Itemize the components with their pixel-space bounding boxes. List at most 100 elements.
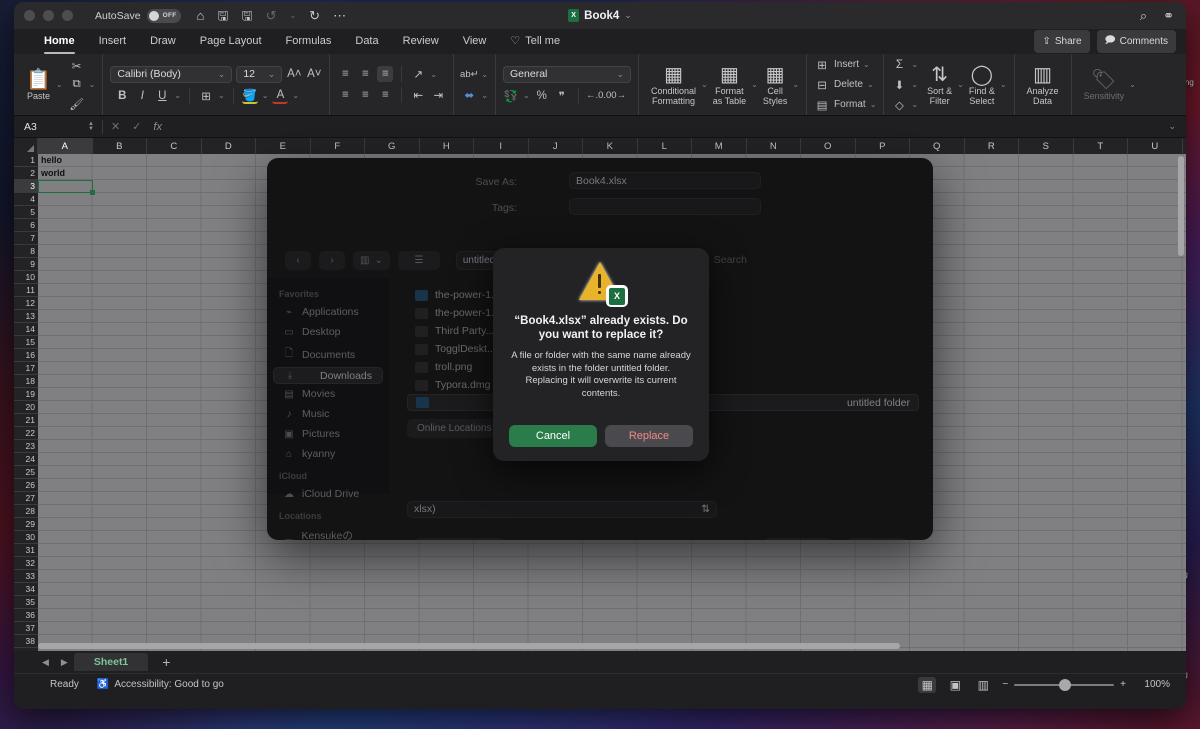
sidebar-item-downloads[interactable]: ⤓ Downloads — [273, 367, 383, 384]
column-header-I[interactable]: I — [474, 138, 529, 154]
row-header-17[interactable]: 17 — [14, 362, 38, 375]
borders-icon[interactable]: ⊞ — [198, 88, 214, 104]
row-header-10[interactable]: 10 — [14, 271, 38, 284]
align-right-icon[interactable]: ≡ — [377, 87, 393, 103]
comma-format-button[interactable]: ❞ — [554, 88, 570, 104]
increase-indent-icon[interactable]: ⇥ — [430, 87, 446, 103]
zoom-track[interactable] — [1014, 678, 1115, 691]
ribbon-tab-bar[interactable]: Home Insert Draw Page Layout Formulas Da… — [14, 29, 1186, 54]
row-header-4[interactable]: 4 — [14, 193, 38, 206]
column-header-A[interactable]: A — [38, 138, 93, 154]
window-controls[interactable] — [24, 10, 73, 21]
align-center-icon[interactable]: ≡ — [357, 87, 373, 103]
fat-chevron-down-icon[interactable]: ⌄ — [751, 80, 758, 89]
clear-icon[interactable]: ◇ — [891, 97, 907, 113]
row-header-25[interactable]: 25 — [14, 466, 38, 479]
save-dialog-sidebar[interactable]: Favorites ⌁ Applications ▭ Desktop 🗋 Doc… — [267, 278, 389, 540]
tab-draw[interactable]: Draw — [138, 29, 188, 54]
row-header-2[interactable]: 2 — [14, 167, 38, 180]
forward-button[interactable]: › — [319, 250, 345, 270]
row-header-9[interactable]: 9 — [14, 258, 38, 271]
sidebar-item-computer[interactable]: ▭ KensukeのMa... — [273, 524, 383, 540]
expand-formula-bar-icon[interactable]: ⌄ — [1168, 121, 1176, 132]
align-bottom-icon[interactable]: ≡ — [377, 66, 394, 82]
row-header-33[interactable]: 33 — [14, 570, 38, 583]
cut-icon[interactable]: ✂ — [69, 58, 85, 74]
row-header-15[interactable]: 15 — [14, 336, 38, 349]
font-size-select[interactable]: 12 ⌄ — [236, 65, 283, 83]
cell-A1[interactable]: hello — [38, 154, 93, 167]
tags-input[interactable] — [569, 198, 761, 215]
sidebar-item-music[interactable]: ♪ Music — [273, 404, 383, 424]
save-as-input[interactable]: Book4.xlsx — [569, 172, 761, 189]
font-color-icon[interactable]: A — [272, 88, 289, 104]
column-header-Q[interactable]: Q — [910, 138, 965, 154]
back-button[interactable]: ‹ — [285, 250, 311, 270]
row-header-16[interactable]: 16 — [14, 349, 38, 362]
orientation-icon[interactable]: ↗ — [410, 66, 426, 82]
row-header-35[interactable]: 35 — [14, 596, 38, 609]
sensitivity-chevron-down-icon[interactable]: ⌄ — [1129, 80, 1136, 89]
clear-chevron-down-icon[interactable]: ⌄ — [911, 100, 918, 109]
column-header-K[interactable]: K — [583, 138, 638, 154]
autosave-toggle[interactable]: AutoSave OFF — [95, 8, 181, 23]
row-header-28[interactable]: 28 — [14, 505, 38, 518]
tab-home[interactable]: Home — [32, 29, 87, 54]
tab-tell-me[interactable]: ♡ Tell me — [498, 29, 572, 54]
borders-chevron-down-icon[interactable]: ⌄ — [218, 91, 225, 100]
orientation-chevron-down-icon[interactable]: ⌄ — [430, 70, 437, 79]
wrap-text-chevron-down-icon[interactable]: ⌄ — [481, 70, 488, 79]
home-icon[interactable]: ⌂ — [197, 9, 205, 22]
name-box-stepper[interactable]: ▲ ▼ — [88, 121, 94, 132]
cell-A2[interactable]: world — [38, 167, 93, 180]
tab-formulas[interactable]: Formulas — [274, 29, 344, 54]
find-chevron-down-icon[interactable]: ⌄ — [1000, 80, 1007, 89]
accounting-chevron-down-icon[interactable]: ⌄ — [523, 91, 530, 100]
row-header-14[interactable]: 14 — [14, 323, 38, 336]
sort-filter-button[interactable]: ⇅ Sort & Filter — [922, 64, 957, 106]
column-header-U[interactable]: U — [1128, 138, 1183, 154]
decrease-decimal-icon[interactable]: .00→ — [603, 88, 626, 104]
fill-color-icon[interactable]: 🪣 — [241, 88, 258, 104]
conditional-formatting-button[interactable]: ▦ Conditional Formatting — [646, 64, 701, 106]
fill-chevron-down-icon2[interactable]: ⌄ — [911, 80, 918, 89]
column-header-O[interactable]: O — [801, 138, 856, 154]
share-button[interactable]: ⇪ Share — [1034, 30, 1090, 53]
sort-chevron-down-icon[interactable]: ⌄ — [957, 80, 964, 89]
insert-chevron-down-icon[interactable]: ⌄ — [863, 60, 870, 69]
format-painter-icon[interactable]: 🖌 — [69, 96, 85, 112]
wrap-text-icon[interactable]: ab↵ — [460, 66, 479, 82]
save-dialog-save-button[interactable]: Save — [847, 538, 907, 540]
delete-chevron-down-icon[interactable]: ⌄ — [867, 80, 874, 89]
accounting-format-icon[interactable]: 💱 — [503, 88, 519, 104]
save-icon[interactable]: 🖫 — [217, 9, 228, 22]
percent-format-button[interactable]: % — [534, 88, 550, 104]
align-middle-icon[interactable]: ≡ — [357, 66, 373, 82]
search-icon[interactable]: ⌕ — [1140, 8, 1147, 24]
row-header-5[interactable]: 5 — [14, 206, 38, 219]
save-dialog-cancel-button[interactable]: Cancel — [764, 538, 834, 540]
quick-access-toolbar[interactable]: ⌂ 🖫 🖫 ↺ ⌄ ↻ ⋯ — [197, 9, 347, 22]
row-header-22[interactable]: 22 — [14, 427, 38, 440]
row-header-7[interactable]: 7 — [14, 232, 38, 245]
undo-chevron-down-icon[interactable]: ⌄ — [289, 11, 296, 20]
name-box[interactable]: A3 — [14, 121, 84, 133]
format-as-table-button[interactable]: ▦ Format as Table — [708, 64, 751, 106]
redo-icon[interactable]: ↻ — [309, 9, 320, 22]
more-icon[interactable]: ⋯ — [333, 9, 346, 22]
vertical-scrollbar[interactable] — [1178, 156, 1184, 256]
status-accessibility[interactable]: ♿ Accessibility: Good to go — [97, 679, 224, 690]
replace-button[interactable]: Replace — [605, 425, 693, 447]
zoom-slider[interactable]: − + — [1002, 678, 1126, 691]
row-header-32[interactable]: 32 — [14, 557, 38, 570]
row-header-23[interactable]: 23 — [14, 440, 38, 453]
select-all-corner[interactable] — [14, 138, 38, 154]
row-header-1[interactable]: 1 — [14, 154, 38, 167]
column-header-H[interactable]: H — [420, 138, 474, 154]
sheet-tab-sheet1[interactable]: Sheet1 — [73, 653, 149, 671]
comments-button[interactable]: 🗩 Comments — [1096, 30, 1176, 53]
sidebar-item-desktop[interactable]: ▭ Desktop — [273, 322, 383, 342]
row-header-21[interactable]: 21 — [14, 414, 38, 427]
insert-cells-button[interactable]: ⊞ Insert ⌄ — [814, 57, 876, 73]
paste-button[interactable]: 📋 Paste — [21, 69, 56, 101]
